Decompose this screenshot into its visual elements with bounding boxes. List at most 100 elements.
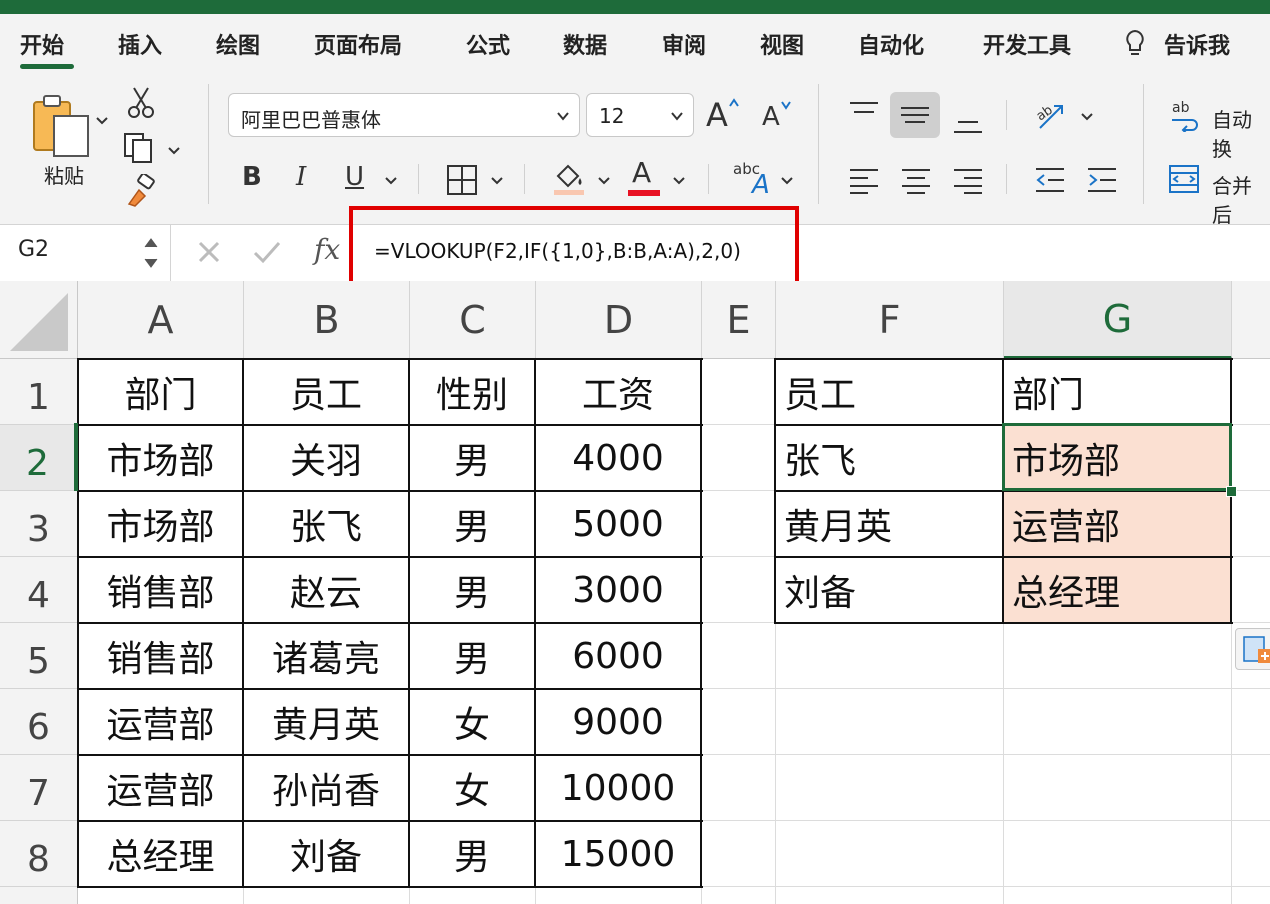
cell-b5[interactable]: 诸葛亮 (244, 624, 408, 688)
merge-label[interactable]: 合并后 (1212, 170, 1270, 228)
cell-d7[interactable]: 10000 (536, 756, 700, 820)
select-all-corner[interactable] (0, 281, 78, 359)
cell-f1[interactable]: 员工 (776, 360, 1002, 424)
column-header-f[interactable]: F (776, 281, 1004, 359)
tab-data[interactable]: 数据 (563, 28, 607, 60)
column-header-b[interactable]: B (244, 281, 410, 359)
cell-b2[interactable]: 关羽 (244, 426, 408, 490)
cell-d4[interactable]: 3000 (536, 558, 700, 622)
cell-a2[interactable]: 市场部 (79, 426, 242, 490)
cell-d8[interactable]: 15000 (536, 822, 700, 886)
font-name-combobox[interactable]: 阿里巴巴普惠体 (228, 93, 580, 137)
chevron-down-icon[interactable] (780, 174, 794, 188)
merge-center-icon[interactable] (1168, 164, 1200, 194)
cell-d3[interactable]: 5000 (536, 492, 700, 556)
column-header-e[interactable]: E (702, 281, 776, 359)
cell-c5[interactable]: 男 (410, 624, 534, 688)
bold-button[interactable]: B (242, 162, 262, 192)
format-painter-icon[interactable] (125, 174, 159, 208)
row-header-3[interactable]: 3 (0, 491, 78, 557)
tab-automate[interactable]: 自动化 (858, 28, 924, 60)
orientation-button[interactable]: A (752, 170, 770, 200)
chevron-down-icon[interactable] (95, 114, 109, 128)
cell-a6[interactable]: 运营部 (79, 690, 242, 754)
cell-a3[interactable]: 市场部 (79, 492, 242, 556)
text-orientation-icon[interactable]: ab (1032, 98, 1068, 132)
enter-check-icon[interactable] (252, 239, 282, 265)
row-header-5[interactable]: 5 (0, 623, 78, 689)
font-size-combobox[interactable]: 12 (586, 93, 694, 137)
underline-button[interactable]: U (345, 162, 364, 192)
cell-d2[interactable]: 4000 (536, 426, 700, 490)
formula-input[interactable]: =VLOOKUP(F2,IF({1,0},B:B,A:A),2,0) (374, 239, 741, 263)
fill-handle[interactable] (1226, 486, 1237, 497)
cell-f3[interactable]: 黄月英 (776, 492, 1002, 556)
cell-d1[interactable]: 工资 (536, 360, 700, 424)
row-header-2[interactable]: 2 (0, 425, 78, 491)
cell-d6[interactable]: 9000 (536, 690, 700, 754)
column-header-d[interactable]: D (536, 281, 702, 359)
align-center-icon[interactable] (900, 166, 932, 194)
italic-button[interactable]: I (296, 162, 306, 192)
cell-c7[interactable]: 女 (410, 756, 534, 820)
name-box[interactable]: G2 (0, 225, 171, 281)
align-top-icon[interactable] (848, 100, 880, 126)
cell-a7[interactable]: 运营部 (79, 756, 242, 820)
cell-f2[interactable]: 张飞 (776, 426, 1002, 490)
align-right-icon[interactable] (952, 166, 984, 194)
cell-c1[interactable]: 性别 (410, 360, 534, 424)
cell-a5[interactable]: 销售部 (79, 624, 242, 688)
chevron-down-icon[interactable] (597, 174, 611, 188)
tab-home[interactable]: 开始 (20, 28, 64, 60)
insert-function-button[interactable]: fx (314, 233, 340, 266)
wrap-text-icon[interactable]: ab (1168, 98, 1202, 132)
cell-c2[interactable]: 男 (410, 426, 534, 490)
row-header-9[interactable] (0, 887, 78, 904)
tab-developer[interactable]: 开发工具 (983, 28, 1071, 60)
cell-a8[interactable]: 总经理 (79, 822, 242, 886)
align-left-icon[interactable] (848, 166, 880, 194)
cell-b6[interactable]: 黄月英 (244, 690, 408, 754)
shrink-font-button[interactable]: A (762, 102, 780, 132)
cell-b4[interactable]: 赵云 (244, 558, 408, 622)
cell-g4[interactable]: 总经理 (1004, 558, 1230, 622)
chevron-down-icon[interactable] (490, 174, 504, 188)
cell-f4[interactable]: 刘备 (776, 558, 1002, 622)
row-header-7[interactable]: 7 (0, 755, 78, 821)
fill-color-icon[interactable] (552, 160, 586, 196)
font-color-button[interactable]: A (632, 156, 651, 189)
tab-page-layout[interactable]: 页面布局 (314, 28, 402, 60)
wrap-text-label[interactable]: 自动换 (1212, 104, 1270, 162)
cell-c4[interactable]: 男 (410, 558, 534, 622)
cell-c3[interactable]: 男 (410, 492, 534, 556)
chevron-down-icon[interactable] (167, 144, 181, 158)
cell-a4[interactable]: 销售部 (79, 558, 242, 622)
cell-c6[interactable]: 女 (410, 690, 534, 754)
cell-b1[interactable]: 员工 (244, 360, 408, 424)
tab-tell-me[interactable]: 告诉我 (1164, 28, 1230, 60)
align-middle-button[interactable] (890, 92, 940, 138)
copy-icon[interactable] (123, 132, 157, 164)
paste-options-button[interactable] (1235, 628, 1270, 670)
cell-a1[interactable]: 部门 (79, 360, 242, 424)
row-header-1[interactable]: 1 (0, 359, 78, 425)
cancel-icon[interactable] (196, 239, 222, 265)
column-header-g[interactable]: G (1004, 281, 1232, 359)
tab-draw[interactable]: 绘图 (216, 28, 260, 60)
grow-font-button[interactable]: A (706, 96, 728, 134)
column-header-c[interactable]: C (410, 281, 536, 359)
chevron-down-icon[interactable] (384, 174, 398, 188)
cell-b7[interactable]: 孙尚香 (244, 756, 408, 820)
decrease-indent-icon[interactable] (1034, 166, 1066, 194)
column-header-h[interactable] (1232, 281, 1270, 359)
tab-review[interactable]: 审阅 (662, 28, 706, 60)
cell-g3[interactable]: 运营部 (1004, 492, 1230, 556)
cell-b8[interactable]: 刘备 (244, 822, 408, 886)
row-header-6[interactable]: 6 (0, 689, 78, 755)
spinner-icon[interactable] (142, 231, 160, 275)
cell-d5[interactable]: 6000 (536, 624, 700, 688)
column-header-a[interactable]: A (78, 281, 244, 359)
cell-c8[interactable]: 男 (410, 822, 534, 886)
row-header-4[interactable]: 4 (0, 557, 78, 623)
row-header-8[interactable]: 8 (0, 821, 78, 887)
